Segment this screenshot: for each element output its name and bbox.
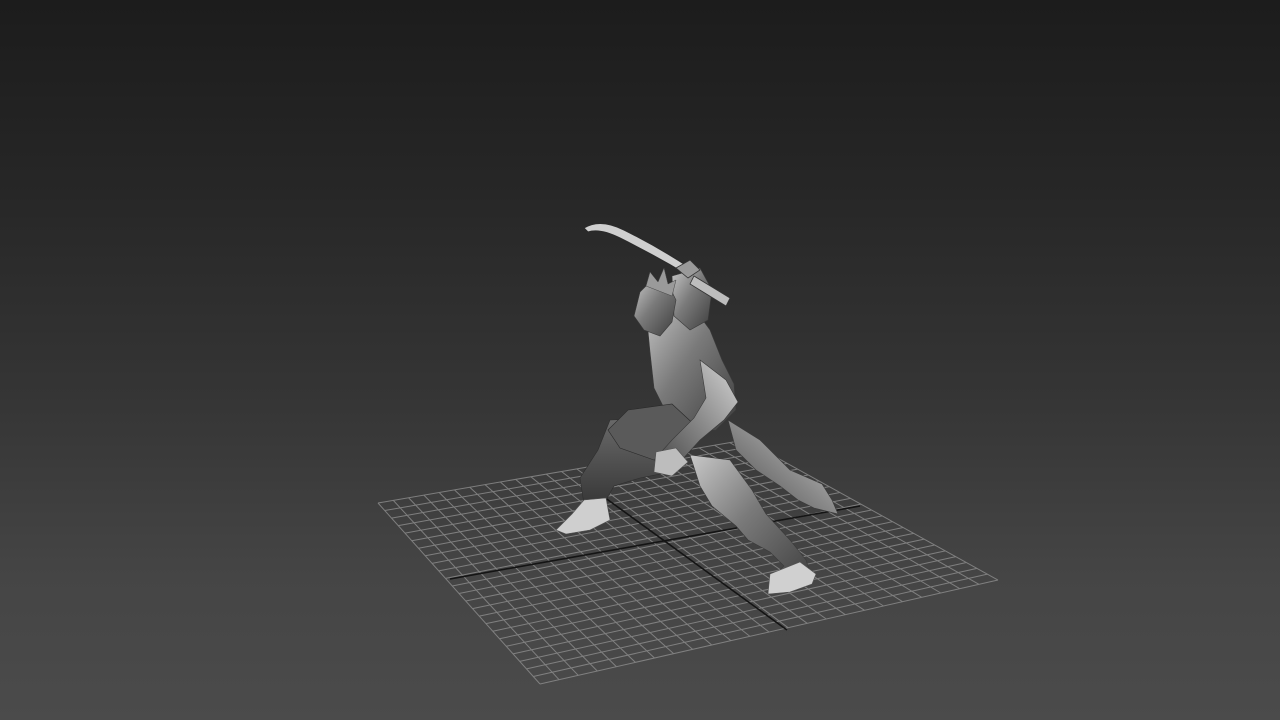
3d-viewport[interactable] <box>0 0 1280 720</box>
home-grid <box>377 439 999 685</box>
grid-line <box>479 527 904 617</box>
grid-line <box>492 538 925 632</box>
sword-blade-mesh <box>583 223 691 275</box>
grid-line <box>465 515 883 602</box>
grid-line <box>485 532 914 625</box>
scene-canvas[interactable] <box>0 0 1280 720</box>
